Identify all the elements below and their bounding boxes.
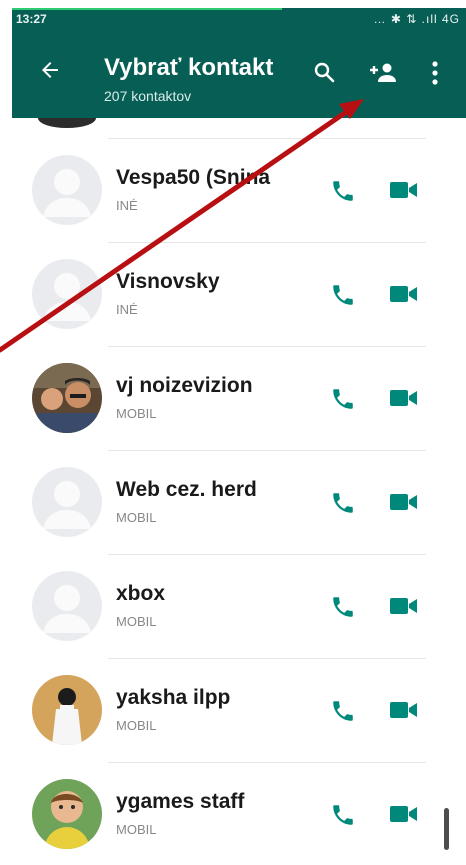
scrollbar-thumb[interactable] [444, 808, 449, 850]
contact-row[interactable]: Web cez. herd MOBIL [12, 450, 466, 554]
contact-row[interactable]: vj noizevizion MOBIL [12, 346, 466, 450]
contact-name: Web cez. herd [116, 478, 257, 501]
phone-icon[interactable] [330, 386, 356, 412]
video-camera-icon[interactable] [390, 389, 418, 407]
avatar [32, 571, 102, 641]
video-camera-icon[interactable] [390, 597, 418, 615]
more-vert-icon[interactable] [430, 60, 440, 86]
contact-name: xbox [116, 582, 166, 605]
search-icon[interactable] [312, 60, 336, 84]
back-arrow-icon[interactable] [38, 58, 62, 82]
video-camera-icon[interactable] [390, 285, 418, 303]
contact-type: MOBIL [116, 718, 157, 733]
contact-count: 207 kontaktov [104, 88, 192, 104]
contact-type: MOBIL [116, 406, 157, 421]
contact-name: ygames staff [116, 790, 245, 813]
avatar [32, 467, 102, 537]
contact-type: INÉ [116, 302, 138, 317]
avatar [32, 259, 102, 329]
status-bar: 13:27 … ✱ ⇅ .ıll 4G [12, 8, 466, 30]
default-avatar-icon [43, 585, 91, 633]
profile-photo [32, 675, 102, 745]
avatar-photo [32, 675, 102, 745]
profile-photo [32, 363, 102, 433]
contact-row[interactable]: Visnovsky INÉ [12, 242, 466, 346]
contact-row[interactable]: yaksha ilpp MOBIL [12, 658, 466, 762]
avatar-photo [32, 779, 102, 849]
previous-avatar-edge [38, 118, 96, 128]
status-time: 13:27 [16, 12, 47, 26]
phone-icon[interactable] [330, 282, 356, 308]
contact-name: vj noizevizion [116, 374, 253, 397]
avatar-photo [32, 363, 102, 433]
phone-icon[interactable] [330, 698, 356, 724]
contact-row[interactable]: Vespa50 (Snina INÉ [12, 138, 466, 242]
add-contact-icon[interactable] [368, 60, 398, 84]
default-avatar-icon [43, 169, 91, 217]
loading-line [12, 8, 282, 10]
contact-type: MOBIL [116, 510, 157, 525]
phone-icon[interactable] [330, 802, 356, 828]
contact-row[interactable]: xbox MOBIL [12, 554, 466, 658]
status-icons: … ✱ ⇅ .ıll 4G [373, 12, 460, 26]
video-camera-icon[interactable] [390, 181, 418, 199]
phone-icon[interactable] [330, 178, 356, 204]
phone-screen: 13:27 … ✱ ⇅ .ıll 4G Vybrať kontakt 207 k… [12, 8, 466, 865]
video-camera-icon[interactable] [390, 805, 418, 823]
video-camera-icon[interactable] [390, 701, 418, 719]
contact-type: MOBIL [116, 614, 157, 629]
contact-row[interactable]: ygames staff MOBIL [12, 762, 466, 865]
default-avatar-icon [43, 273, 91, 321]
phone-icon[interactable] [330, 490, 356, 516]
contact-type: INÉ [116, 198, 138, 213]
contact-name: Visnovsky [116, 270, 220, 293]
contact-name: yaksha ilpp [116, 686, 231, 709]
contact-name: Vespa50 (Snina [116, 166, 271, 189]
profile-photo [32, 779, 102, 849]
default-avatar-icon [43, 481, 91, 529]
contact-type: MOBIL [116, 822, 157, 837]
contact-list[interactable]: Vespa50 (Snina INÉ Visnovsky INÉ vj noiz… [12, 118, 466, 865]
phone-icon[interactable] [330, 594, 356, 620]
page-title: Vybrať kontakt [104, 54, 274, 81]
app-bar: Vybrať kontakt 207 kontaktov [12, 30, 466, 118]
video-camera-icon[interactable] [390, 493, 418, 511]
avatar [32, 155, 102, 225]
